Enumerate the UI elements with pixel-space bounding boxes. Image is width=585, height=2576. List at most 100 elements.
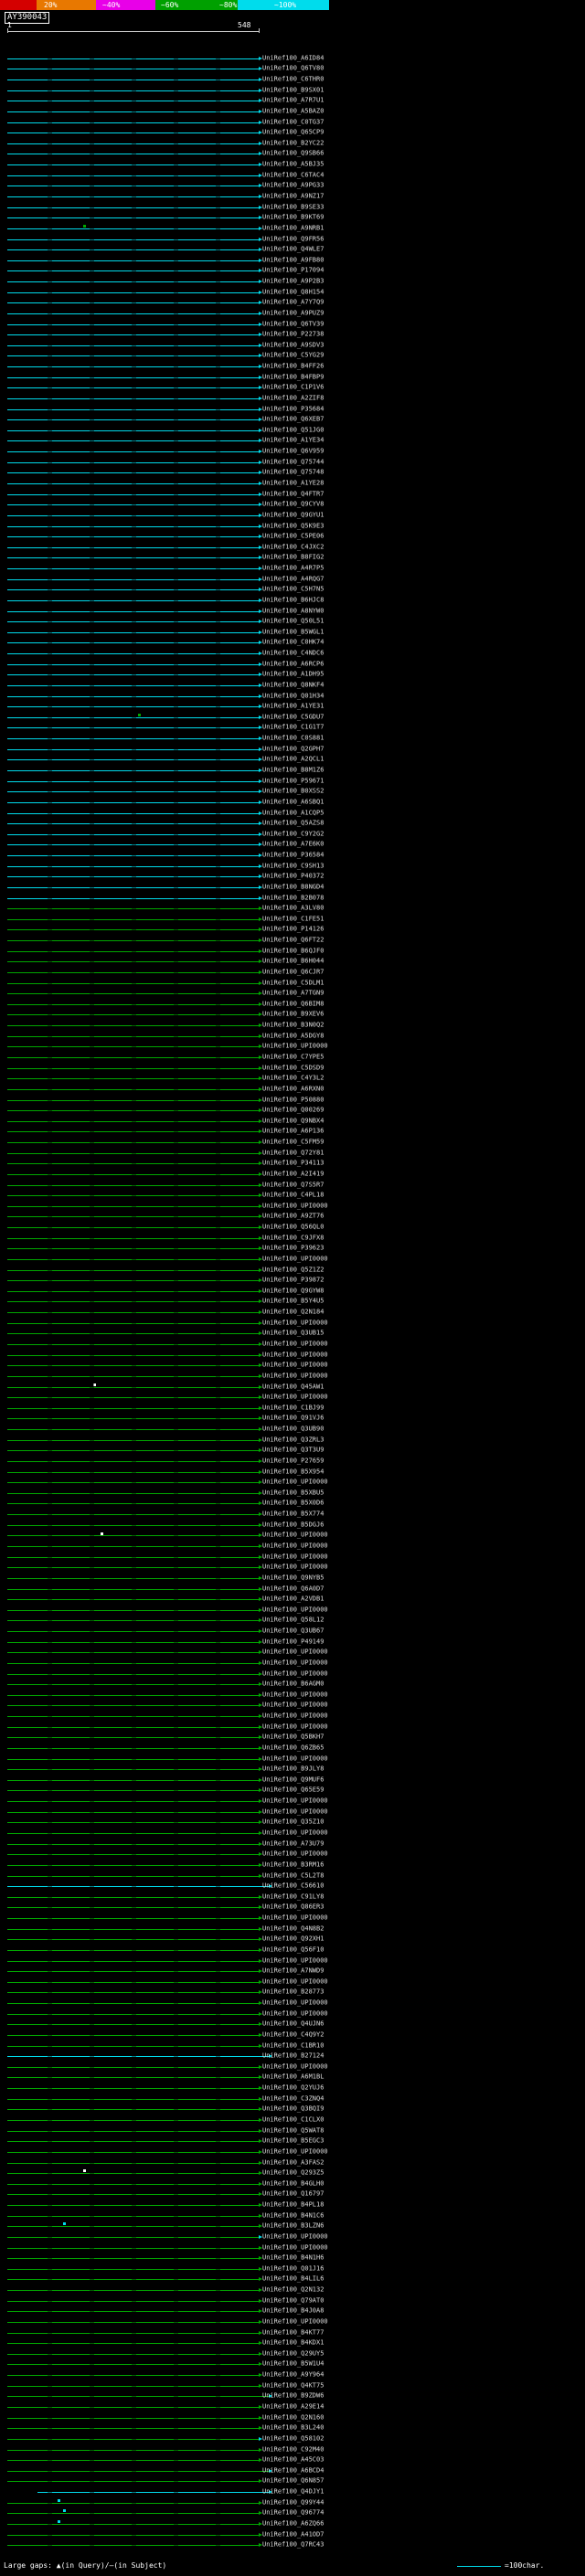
hit-row[interactable]: UniRef100_B8M1Z6 [0, 765, 585, 776]
hit-row[interactable]: UniRef100_B9ZDW6 [0, 2391, 585, 2402]
hit-row[interactable]: UniRef100_C6THR0 [0, 74, 585, 85]
hit-row[interactable]: UniRef100_A4RQG7 [0, 574, 585, 585]
hit-row[interactable]: UniRef100_Q58L12 [0, 1616, 585, 1627]
hit-row[interactable]: UniRef100_C4Q9Y2 [0, 2030, 585, 2041]
hit-row[interactable]: UniRef100_Q5AZS8 [0, 818, 585, 829]
hit-row[interactable]: UniRef100_A9ZT76 [0, 1212, 585, 1223]
hit-row[interactable]: UniRef100_B5X774 [0, 1509, 585, 1520]
hit-row[interactable]: UniRef100_Q4KT75 [0, 2380, 585, 2391]
hit-row[interactable]: UniRef100_C5L2T8 [0, 1871, 585, 1882]
hit-row[interactable]: UniRef100_UPI0000 [0, 1658, 585, 1669]
hit-row[interactable]: UniRef100_Q5K9E3 [0, 521, 585, 532]
hit-row[interactable]: UniRef100_Q4N8B2 [0, 1924, 585, 1935]
hit-row[interactable]: UniRef100_B4LIL6 [0, 2274, 585, 2285]
hit-row[interactable]: UniRef100_A1DH95 [0, 670, 585, 681]
hit-row[interactable]: UniRef100_A4R7P5 [0, 563, 585, 574]
hit-row[interactable]: UniRef100_Q8H154 [0, 287, 585, 298]
hit-row[interactable]: UniRef100_C7YPE5 [0, 1052, 585, 1063]
hit-row[interactable]: UniRef100_P17094 [0, 266, 585, 277]
hit-row[interactable]: UniRef100_Q4DJY1 [0, 2486, 585, 2497]
hit-row[interactable]: UniRef100_A2ZIF8 [0, 393, 585, 404]
hit-row[interactable]: UniRef100_A7Y7Q9 [0, 297, 585, 308]
hit-row[interactable]: UniRef100_C9SH13 [0, 861, 585, 872]
hit-row[interactable]: UniRef100_B4FF26 [0, 361, 585, 372]
hit-row[interactable]: UniRef100_B4FBP9 [0, 372, 585, 383]
hit-row[interactable]: UniRef100_A9P2B3 [0, 276, 585, 287]
hit-row[interactable]: UniRef100_B4GLH0 [0, 2178, 585, 2189]
hit-row[interactable]: UniRef100_Q91VJ6 [0, 1414, 585, 1425]
hit-row[interactable]: UniRef100_B5WGL1 [0, 627, 585, 638]
hit-row[interactable]: UniRef100_C56610 [0, 1881, 585, 1892]
hit-row[interactable]: UniRef100_Q29UY5 [0, 2348, 585, 2359]
hit-row[interactable]: UniRef100_A9PG33 [0, 181, 585, 192]
hit-row[interactable]: UniRef100_A9NZ17 [0, 191, 585, 202]
hit-row[interactable]: UniRef100_B3L240 [0, 2422, 585, 2433]
hit-row[interactable]: UniRef100_B9XEV6 [0, 1010, 585, 1021]
hit-row[interactable]: UniRef100_Q3UB67 [0, 1626, 585, 1637]
hit-row[interactable]: UniRef100_Q65E59 [0, 1786, 585, 1797]
hit-row[interactable]: UniRef100_B6HJC8 [0, 595, 585, 606]
hit-row[interactable]: UniRef100_A41OD7 [0, 2529, 585, 2540]
hit-row[interactable]: UniRef100_A9Y964 [0, 2369, 585, 2380]
hit-row[interactable]: UniRef100_Q58102 [0, 2433, 585, 2444]
hit-row[interactable]: UniRef100_Q2N184 [0, 1307, 585, 1318]
hit-row[interactable]: UniRef100_C9JFX8 [0, 1233, 585, 1244]
hit-row[interactable]: UniRef100_Q50L51 [0, 616, 585, 627]
hit-row[interactable]: UniRef100_B2YC22 [0, 138, 585, 149]
hit-row[interactable]: UniRef100_A6RCP6 [0, 659, 585, 670]
hit-row[interactable]: UniRef100_Q72Y81 [0, 1148, 585, 1159]
hit-row[interactable]: UniRef100_P59671 [0, 776, 585, 787]
hit-row[interactable]: UniRef100_B4KDX1 [0, 2337, 585, 2348]
hit-row[interactable]: UniRef100_A1YE28 [0, 478, 585, 489]
hit-row[interactable]: UniRef100_A1YE31 [0, 701, 585, 712]
hit-row[interactable]: UniRef100_B6H044 [0, 957, 585, 968]
hit-row[interactable]: UniRef100_UPI0000 [0, 1201, 585, 1212]
hit-row[interactable]: UniRef100_Q7RC43 [0, 2539, 585, 2550]
hit-row[interactable]: UniRef100_B6AGM0 [0, 1679, 585, 1690]
hit-row[interactable]: UniRef100_Q9NYB5 [0, 1573, 585, 1584]
hit-row[interactable]: UniRef100_A6SBQ1 [0, 797, 585, 808]
hit-row[interactable]: UniRef100_Q01J16 [0, 2263, 585, 2274]
hit-row[interactable]: UniRef100_Q3UB15 [0, 1329, 585, 1340]
hit-row[interactable]: UniRef100_B5X954 [0, 1467, 585, 1478]
hit-row[interactable]: UniRef100_C3ZNQ4 [0, 2094, 585, 2104]
hit-row[interactable]: UniRef100_Q9GYU1 [0, 510, 585, 521]
hit-row[interactable]: UniRef100_A1YE34 [0, 436, 585, 447]
hit-row[interactable]: UniRef100_Q79AT0 [0, 2295, 585, 2306]
hit-row[interactable]: UniRef100_UPI0000 [0, 1647, 585, 1658]
hit-row[interactable]: UniRef100_A9SDV3 [0, 340, 585, 351]
hit-row[interactable]: UniRef100_B3LZN6 [0, 2221, 585, 2231]
hit-row[interactable]: UniRef100_B3N0Q2 [0, 1020, 585, 1031]
hit-row[interactable]: UniRef100_B5EGC3 [0, 2136, 585, 2147]
hit-row[interactable]: UniRef100_A7NWD9 [0, 1966, 585, 1977]
hit-row[interactable]: UniRef100_P36584 [0, 850, 585, 861]
hit-row[interactable]: UniRef100_UPI0000 [0, 1318, 585, 1329]
hit-row[interactable]: UniRef100_Q9CYV8 [0, 499, 585, 510]
hit-row[interactable]: UniRef100_C5PE06 [0, 531, 585, 542]
hit-row[interactable]: UniRef100_UPI0000 [0, 1254, 585, 1265]
hit-row[interactable]: UniRef100_C5GDU7 [0, 712, 585, 723]
hit-row[interactable]: UniRef100_B4N1H6 [0, 2253, 585, 2263]
hit-row[interactable]: UniRef100_UPI0000 [0, 1701, 585, 1712]
hit-row[interactable]: UniRef100_UPI0000 [0, 1669, 585, 1680]
hit-row[interactable]: UniRef100_UPI0000 [0, 1562, 585, 1573]
hit-row[interactable]: UniRef100_UPI0000 [0, 1956, 585, 1966]
hit-row[interactable]: UniRef100_Q6TV39 [0, 319, 585, 330]
hit-row[interactable]: UniRef100_C5YG29 [0, 351, 585, 362]
hit-row[interactable]: UniRef100_Q96774 [0, 2507, 585, 2518]
hit-row[interactable]: UniRef100_UPI0000 [0, 1722, 585, 1733]
hit-row[interactable]: UniRef100_Q293Z5 [0, 2168, 585, 2178]
hit-row[interactable]: UniRef100_A6RXN0 [0, 1084, 585, 1095]
hit-row[interactable]: UniRef100_P35684 [0, 404, 585, 415]
hit-row[interactable]: UniRef100_Q4FTR7 [0, 489, 585, 500]
hit-row[interactable]: UniRef100_B5XBU5 [0, 1488, 585, 1499]
hit-row[interactable]: UniRef100_UPI0000 [0, 1807, 585, 1818]
hit-row[interactable]: UniRef100_UPI0000 [0, 1711, 585, 1722]
hit-row[interactable]: UniRef100_A3LV80 [0, 903, 585, 914]
hit-row[interactable]: UniRef100_Q6FT22 [0, 935, 585, 946]
hit-row[interactable]: UniRef100_Q7S5R7 [0, 1180, 585, 1191]
hit-row[interactable]: UniRef100_UPI0000 [0, 2062, 585, 2072]
hit-row[interactable]: UniRef100_C1CLX0 [0, 2115, 585, 2125]
hit-row[interactable]: UniRef100_P34113 [0, 1158, 585, 1169]
hit-row[interactable]: UniRef100_UPI0000 [0, 1690, 585, 1701]
